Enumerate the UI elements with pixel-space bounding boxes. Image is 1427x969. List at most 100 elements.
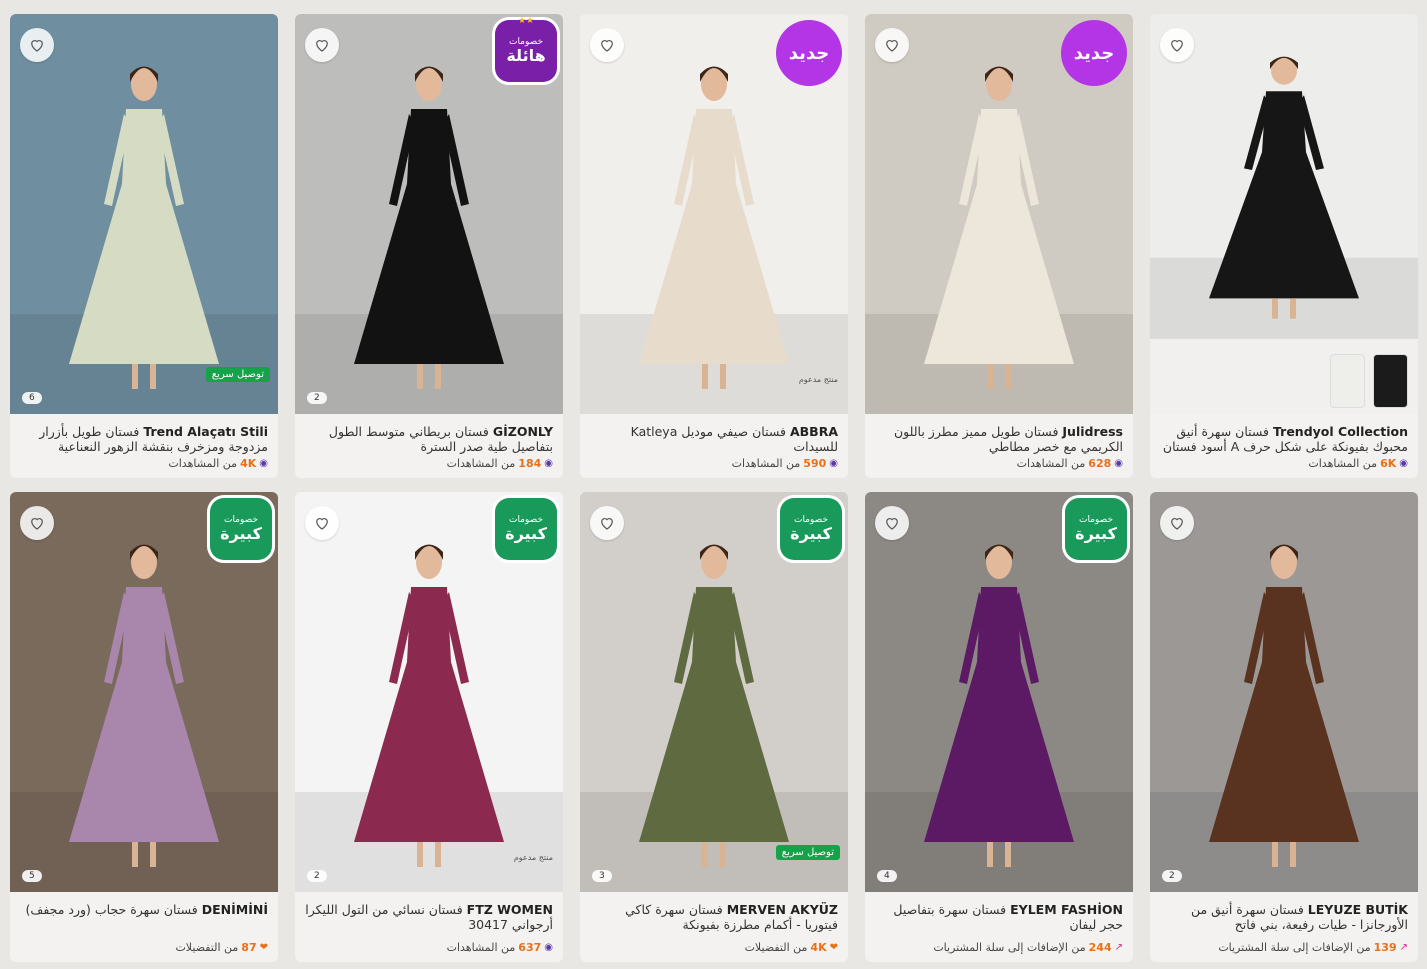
social-proof: ◉ 184 من المشاهدات xyxy=(447,457,553,470)
brand-name: FTZ WOMEN xyxy=(466,902,553,917)
product-card[interactable]: Trendyol Collection فستان سهرة أنيق محبو… xyxy=(1150,14,1418,478)
product-card[interactable]: جديد Julidress فستان طويل مميز مطرز باللو… xyxy=(865,14,1133,478)
social-proof-label: من المشاهدات xyxy=(1016,457,1086,470)
social-proof-count: 244 xyxy=(1088,941,1112,954)
social-proof: ↗ 244 من الإضافات إلى سلة المشتريات xyxy=(933,941,1123,954)
product-card[interactable]: 2 LEYUZE BUTİK فستان سهرة أنيق من الأورجا… xyxy=(1150,492,1418,962)
variant-thumbnails xyxy=(1150,339,1418,414)
heart-icon: ❤ xyxy=(829,942,838,953)
heart-icon xyxy=(886,40,898,52)
heart-icon xyxy=(316,518,328,530)
product-image[interactable]: توصيل سريع 6 xyxy=(10,14,278,414)
social-proof-label: من المشاهدات xyxy=(1308,457,1378,470)
photo-count: 6 xyxy=(22,392,42,404)
product-card[interactable]: توصيل سريع 6 Trend Alaçatı Stili فستان طوي… xyxy=(10,14,278,478)
social-proof-label: من الإضافات إلى سلة المشتريات xyxy=(1218,941,1371,954)
cart-icon: ↗ xyxy=(1399,942,1408,953)
favorite-button[interactable] xyxy=(305,506,339,540)
favorite-button[interactable] xyxy=(590,506,624,540)
eyes-icon: ◉ xyxy=(544,942,553,953)
brand-name: LEYUZE BUTİK xyxy=(1307,902,1408,917)
eyes-icon: ◉ xyxy=(829,458,838,469)
product-title[interactable]: LEYUZE BUTİK فستان سهرة أنيق من الأورجان… xyxy=(1150,892,1418,932)
brand-name: Trend Alaçatı Stili xyxy=(143,424,268,439)
product-card[interactable]: جديد منتج مدعوم ABBRA فستان صيفي موديل Kat… xyxy=(580,14,848,478)
brand-name: Julidress xyxy=(1062,424,1123,439)
product-title[interactable]: DENİMİNİ فستان سهرة حجاب (ورد مجفف) xyxy=(10,892,278,932)
product-title[interactable]: GİZONLY فستان بريطاني متوسط الطول بتفاصي… xyxy=(295,414,563,454)
favorite-button[interactable] xyxy=(20,506,54,540)
product-image[interactable]: ★★ خصومات هائلة 2 xyxy=(295,14,563,414)
eyes-icon: ◉ xyxy=(1399,458,1408,469)
favorite-button[interactable] xyxy=(20,28,54,62)
favorite-button[interactable] xyxy=(875,28,909,62)
product-image[interactable]: خصومات كبيرة 4 xyxy=(865,492,1133,892)
social-proof: ◉ 628 من المشاهدات xyxy=(1017,457,1123,470)
social-proof-label: من المشاهدات xyxy=(168,457,238,470)
social-proof-count: 87 xyxy=(241,941,257,954)
social-proof: ◉ 4K من المشاهدات xyxy=(168,457,268,470)
discount-badge: خصومات كبيرة xyxy=(210,498,272,560)
product-image[interactable]: خصومات كبيرة منتج مدعوم 2 xyxy=(295,492,563,892)
favorite-button[interactable] xyxy=(305,28,339,62)
product-image[interactable]: خصومات كبيرة توصيل سريع 3 xyxy=(580,492,848,892)
product-card[interactable]: ★★ خصومات هائلة 2 GİZONLY فستان بريطاني متوس… xyxy=(295,14,563,478)
product-grid: Trendyol Collection فستان سهرة أنيق محبو… xyxy=(10,14,1418,962)
heart-icon xyxy=(31,40,43,52)
product-image[interactable] xyxy=(1150,14,1418,339)
product-image[interactable]: جديد منتج مدعوم xyxy=(580,14,848,414)
heart-icon xyxy=(601,40,613,52)
product-card[interactable]: خصومات كبيرة 4 EYLEM FASHİON فستان سهرة بتف… xyxy=(865,492,1133,962)
social-proof: ◉ 6K من المشاهدات xyxy=(1308,457,1408,470)
discount-badge: خصومات كبيرة xyxy=(780,498,842,560)
favorite-button[interactable] xyxy=(1160,28,1194,62)
photo-count: 5 xyxy=(22,870,42,882)
product-title[interactable]: FTZ WOMEN فستان نسائي من التول الليكرا أ… xyxy=(295,892,563,932)
brand-name: GİZONLY xyxy=(492,424,553,439)
eyes-icon: ◉ xyxy=(259,458,268,469)
product-title[interactable]: Trend Alaçatı Stili فستان طويل بأزرار مز… xyxy=(10,414,278,454)
discount-label-big: هائلة xyxy=(506,46,546,65)
variant-thumbnail[interactable] xyxy=(1330,354,1365,408)
discount-label-big: كبيرة xyxy=(220,524,262,543)
eyes-icon: ◉ xyxy=(1114,458,1123,469)
discount-badge: خصومات كبيرة xyxy=(1065,498,1127,560)
product-card[interactable]: خصومات كبيرة منتج مدعوم 2 FTZ WOMEN فستان نس… xyxy=(295,492,563,962)
product-name: فستان سهرة حجاب (ورد مجفف) xyxy=(25,902,198,917)
discount-badge: خصومات كبيرة xyxy=(495,498,557,560)
product-title[interactable]: EYLEM FASHİON فستان سهرة بتفاصيل حجر ليف… xyxy=(865,892,1133,932)
product-image[interactable]: جديد xyxy=(865,14,1133,414)
social-proof: ◉ 637 من المشاهدات xyxy=(447,941,553,954)
discount-label-big: كبيرة xyxy=(790,524,832,543)
social-proof-count: 139 xyxy=(1373,941,1397,954)
social-proof-count: 637 xyxy=(518,941,542,954)
sponsored-label: منتج مدعوم xyxy=(798,375,838,384)
new-badge: جديد xyxy=(1061,20,1127,86)
product-title[interactable]: ABBRA فستان صيفي موديل Katleya للسيدات xyxy=(580,414,848,454)
product-image[interactable]: 2 xyxy=(1150,492,1418,892)
favorite-button[interactable] xyxy=(1160,506,1194,540)
model-photo xyxy=(1150,56,1418,339)
variant-thumbnail[interactable] xyxy=(1373,354,1408,408)
product-title[interactable]: Trendyol Collection فستان سهرة أنيق محبو… xyxy=(1150,414,1418,454)
product-image[interactable]: خصومات كبيرة 5 xyxy=(10,492,278,892)
social-proof: ◉ 590 من المشاهدات xyxy=(732,457,838,470)
social-proof-count: 4K xyxy=(810,941,827,954)
new-badge: جديد xyxy=(776,20,842,86)
product-title[interactable]: MERVEN AKYÜZ فستان سهرة كاكي فيتوريا - أ… xyxy=(580,892,848,932)
brand-name: ABBRA xyxy=(789,424,838,439)
stars-icon: ★★ xyxy=(517,16,535,26)
discount-badge: ★★ خصومات هائلة xyxy=(495,16,557,82)
cart-icon: ↗ xyxy=(1114,942,1123,953)
product-card[interactable]: خصومات كبيرة 5 DENİMİNİ فستان سهرة حجاب (ور… xyxy=(10,492,278,962)
social-proof-label: من التفضيلات xyxy=(744,941,808,954)
social-proof-label: من الإضافات إلى سلة المشتريات xyxy=(933,941,1086,954)
photo-count: 4 xyxy=(877,870,897,882)
product-title[interactable]: Julidress فستان طويل مميز مطرز باللون ال… xyxy=(865,414,1133,454)
favorite-button[interactable] xyxy=(590,28,624,62)
product-card[interactable]: خصومات كبيرة توصيل سريع 3 MERVEN AKYÜZ فستان… xyxy=(580,492,848,962)
photo-count: 3 xyxy=(592,870,612,882)
fast-delivery-badge: توصيل سريع xyxy=(775,845,840,860)
social-proof-label: من التفضيلات xyxy=(175,941,239,954)
favorite-button[interactable] xyxy=(875,506,909,540)
